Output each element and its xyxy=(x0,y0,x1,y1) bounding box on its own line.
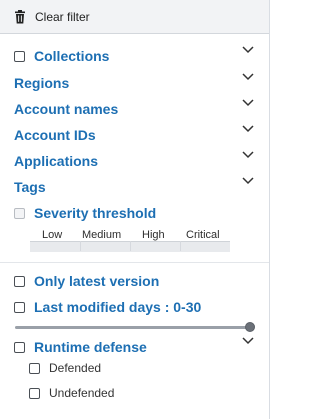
last-modified-checkbox[interactable] xyxy=(14,301,25,313)
defended-checkbox[interactable] xyxy=(29,362,40,374)
severity-level-critical[interactable]: Critical xyxy=(186,229,220,241)
clear-filter-label: Clear filter xyxy=(35,10,90,24)
section-divider xyxy=(0,262,269,263)
last-modified-slider-handle[interactable] xyxy=(245,322,255,332)
last-modified-label[interactable]: Last modified days : 0-30 xyxy=(34,299,201,315)
filter-account-ids[interactable]: Account IDs xyxy=(14,125,96,145)
undefended-checkbox[interactable] xyxy=(29,387,40,399)
trash-icon xyxy=(15,10,25,24)
severity-level-high[interactable]: High xyxy=(142,229,165,241)
runtime-defense-label[interactable]: Runtime defense xyxy=(34,339,147,355)
severity-tick xyxy=(130,241,131,251)
chevron-down-icon[interactable] xyxy=(241,72,255,82)
account-names-label[interactable]: Account names xyxy=(14,101,118,117)
filter-toolbar: Clear filter xyxy=(0,0,269,34)
severity-level-medium[interactable]: Medium xyxy=(82,229,121,241)
filter-tags[interactable]: Tags xyxy=(14,177,46,197)
last-modified-slider-track[interactable] xyxy=(15,326,251,329)
severity-threshold-label[interactable]: Severity threshold xyxy=(34,205,156,221)
account-ids-label[interactable]: Account IDs xyxy=(14,127,96,143)
filter-regions[interactable]: Regions xyxy=(14,73,69,93)
severity-level-low[interactable]: Low xyxy=(42,229,62,241)
collections-checkbox[interactable] xyxy=(14,50,25,62)
chevron-down-icon[interactable] xyxy=(241,176,255,186)
severity-tick xyxy=(80,241,81,251)
filter-applications[interactable]: Applications xyxy=(14,151,98,171)
runtime-option-defended[interactable]: Defended xyxy=(29,359,101,377)
filter-runtime-defense[interactable]: Runtime defense xyxy=(14,337,147,357)
severity-tick xyxy=(180,241,181,251)
regions-label[interactable]: Regions xyxy=(14,75,69,91)
applications-label[interactable]: Applications xyxy=(14,153,98,169)
chevron-down-icon[interactable] xyxy=(241,336,255,346)
defended-label[interactable]: Defended xyxy=(49,361,101,375)
only-latest-version-checkbox[interactable] xyxy=(14,275,25,287)
chevron-down-icon[interactable] xyxy=(241,124,255,134)
filter-panel: Clear filter Collections Regions Account… xyxy=(0,0,270,419)
runtime-defense-checkbox[interactable] xyxy=(14,341,25,353)
tags-label[interactable]: Tags xyxy=(14,179,46,195)
clear-filter-button[interactable]: Clear filter xyxy=(14,7,90,27)
only-latest-version-label[interactable]: Only latest version xyxy=(34,273,159,289)
runtime-option-undefended[interactable]: Undefended xyxy=(29,384,114,402)
chevron-down-icon[interactable] xyxy=(241,98,255,108)
filter-collections[interactable]: Collections xyxy=(14,46,109,66)
undefended-label[interactable]: Undefended xyxy=(49,386,114,400)
filter-only-latest-version[interactable]: Only latest version xyxy=(14,271,159,291)
chevron-down-icon[interactable] xyxy=(241,45,255,55)
severity-threshold-checkbox[interactable] xyxy=(14,207,25,219)
collections-label[interactable]: Collections xyxy=(34,48,109,64)
chevron-down-icon[interactable] xyxy=(241,150,255,160)
filter-severity-threshold[interactable]: Severity threshold xyxy=(14,203,156,223)
filter-account-names[interactable]: Account names xyxy=(14,99,118,119)
filter-last-modified[interactable]: Last modified days : 0-30 xyxy=(14,297,201,317)
